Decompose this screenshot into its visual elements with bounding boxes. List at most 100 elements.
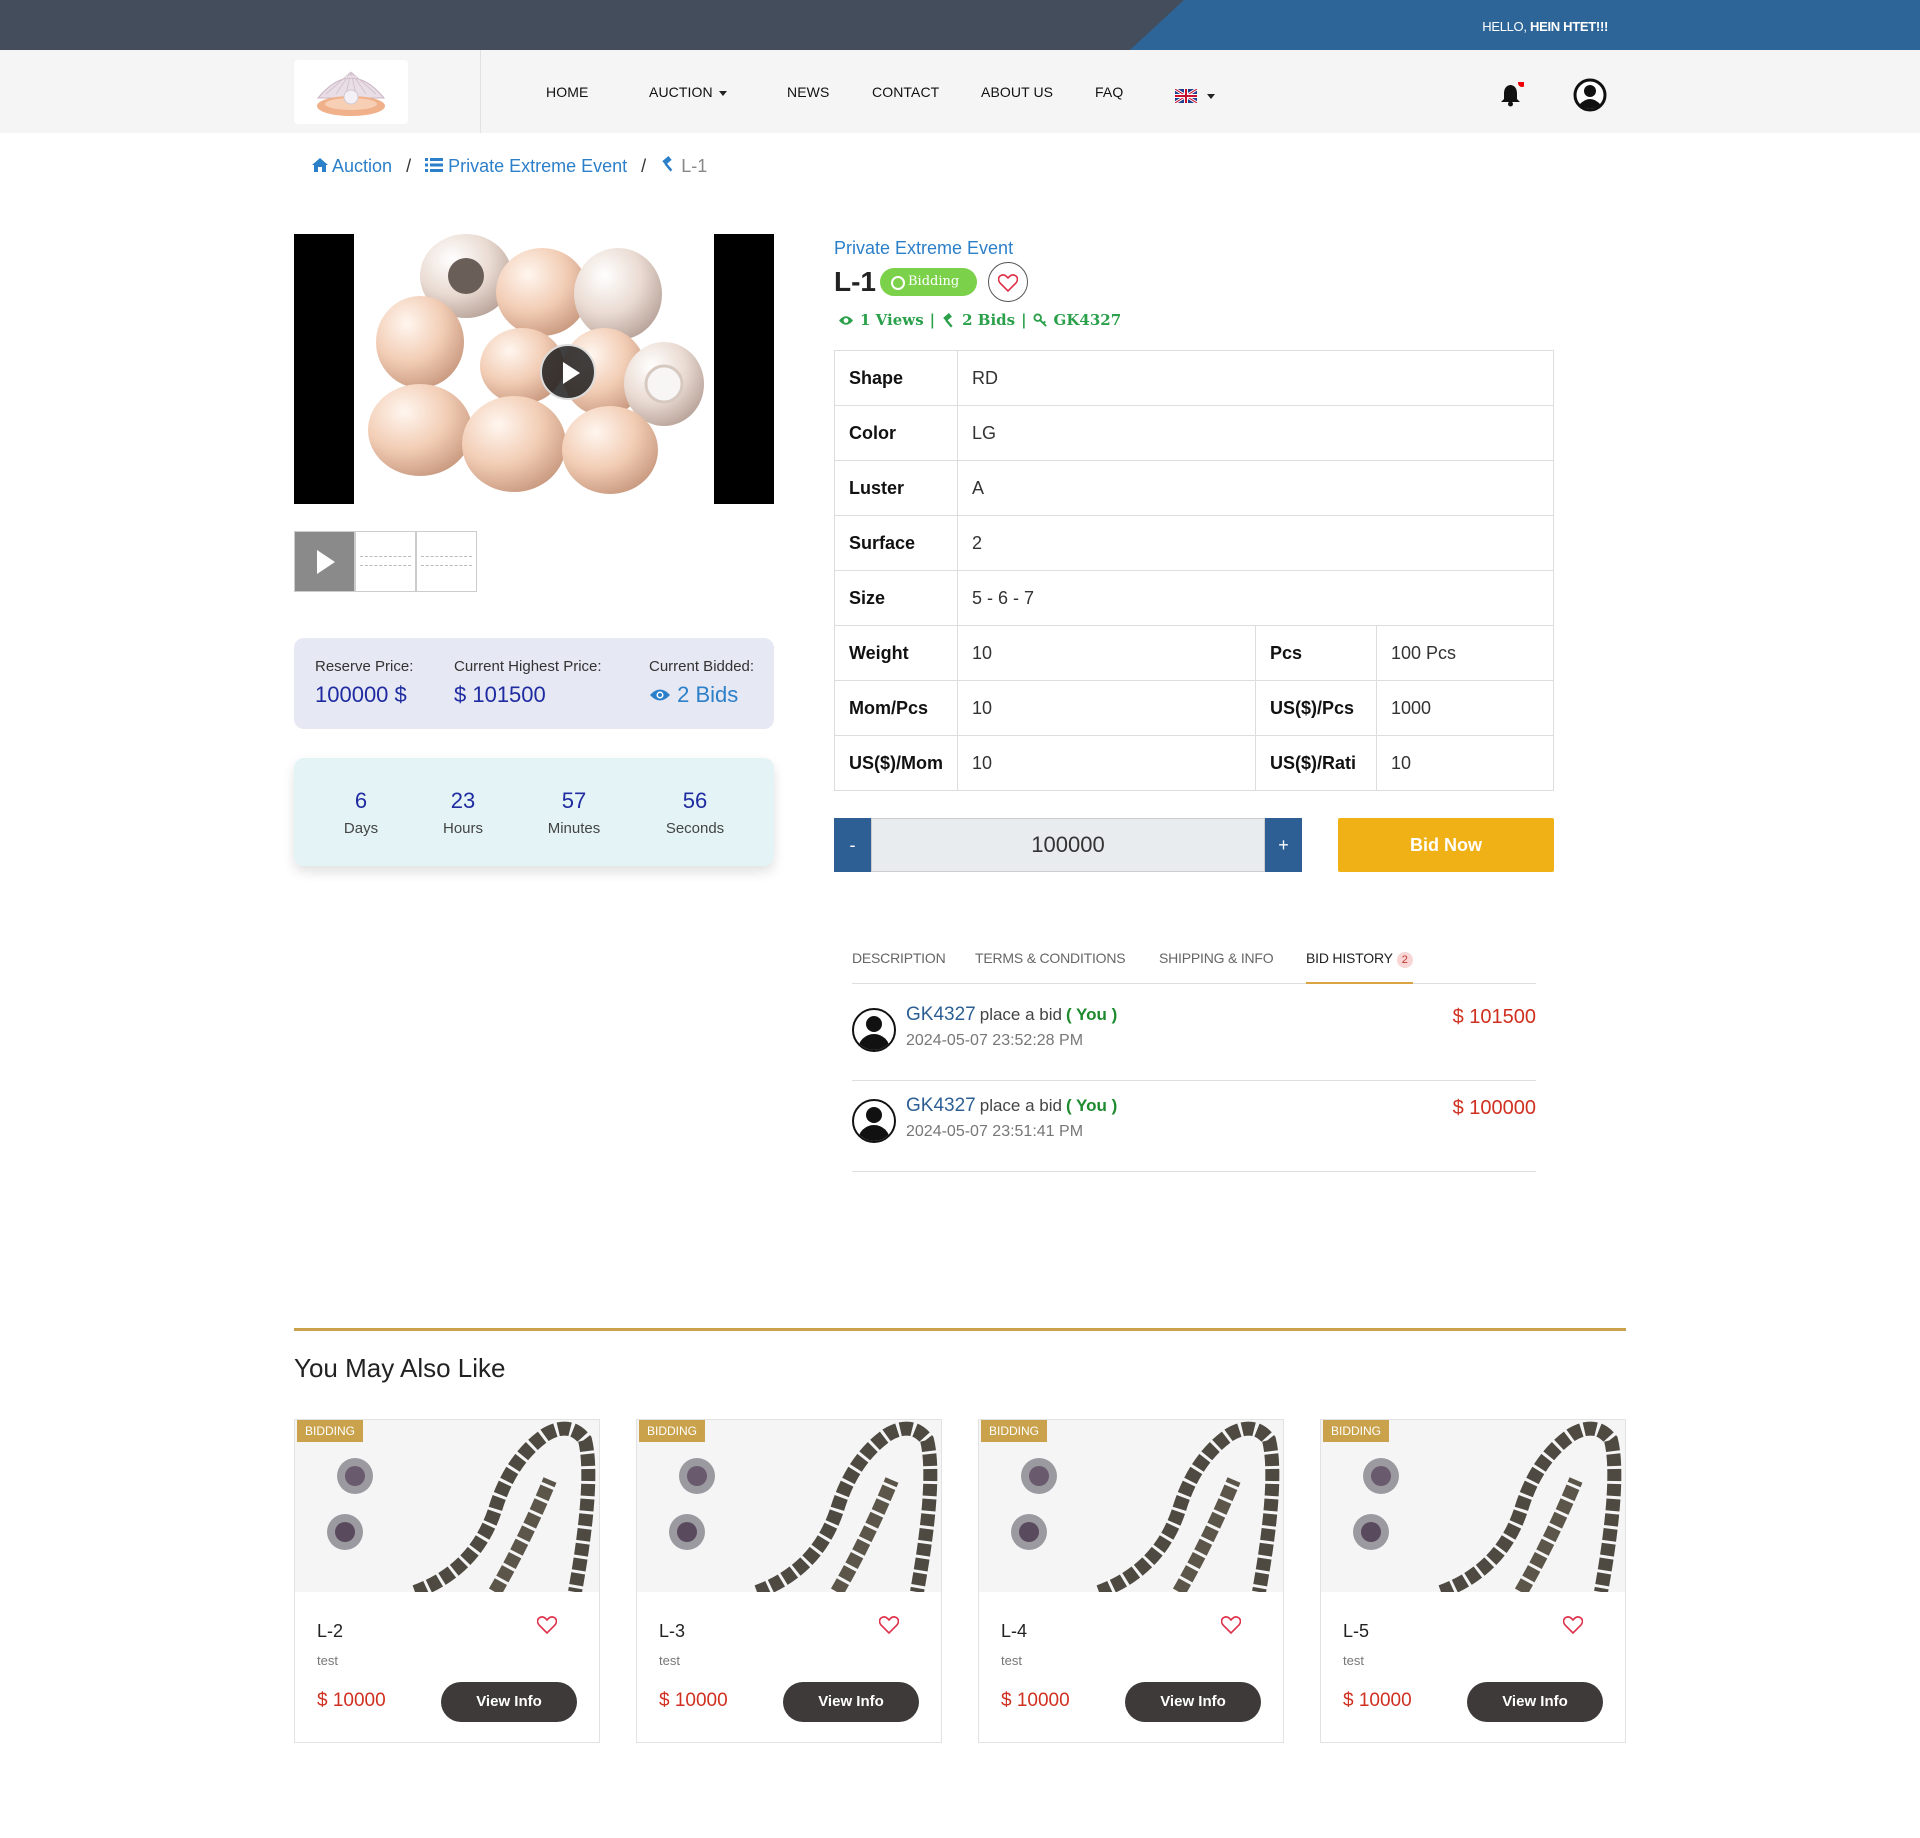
countdown-seconds: 56 Seconds — [655, 788, 735, 837]
related-lot-card[interactable]: BIDDING L-5 test $ 10000 View Info — [1320, 1419, 1626, 1743]
view-info-button[interactable]: View Info — [441, 1682, 577, 1722]
related-lot-card[interactable]: BIDDING L-3 test $ 10000 View Info — [636, 1419, 942, 1743]
tab-bid-history[interactable]: BID HISTORY 2 — [1306, 950, 1413, 984]
pearl-jewelry-photo — [979, 1420, 1283, 1592]
nav-news[interactable]: NEWS — [787, 84, 829, 100]
heart-icon — [998, 274, 1018, 292]
you-marker: ( You ) — [1065, 1005, 1118, 1024]
related-lot-price: $ 10000 — [1343, 1690, 1412, 1711]
tab-description[interactable]: DESCRIPTION — [852, 950, 946, 966]
spec-value: LG — [957, 405, 1554, 461]
bidder-name[interactable]: GK4327 — [906, 1004, 976, 1025]
spec-value: A — [957, 460, 1554, 516]
highest-price: Current Highest Price: $ 101500 — [454, 658, 602, 708]
current-bidded-count: 2 Bids — [677, 682, 739, 707]
site-logo[interactable] — [294, 60, 408, 124]
related-lot-card[interactable]: BIDDING L-4 test $ 10000 View Info — [978, 1419, 1284, 1743]
related-lot-price: $ 10000 — [659, 1690, 728, 1711]
nav-faq[interactable]: FAQ — [1095, 84, 1123, 100]
heart-icon — [1562, 1616, 1584, 1635]
countdown-timer: 6 Days 23 Hours 57 Minutes 56 Seconds — [294, 758, 774, 866]
event-link[interactable]: Private Extreme Event — [834, 238, 1013, 259]
breadcrumb: Auction / Private Extreme Event / L-1 — [312, 156, 707, 177]
language-selector[interactable] — [1175, 84, 1225, 108]
favorite-button[interactable] — [1562, 1616, 1584, 1639]
nav-contact[interactable]: CONTACT — [872, 84, 939, 100]
spec-label: US($)/Rati — [1255, 735, 1377, 791]
bid-history-row: GK4327 place a bid( You ) 2024-05-07 23:5… — [852, 990, 1536, 1081]
tab-terms[interactable]: TERMS & CONDITIONS — [975, 950, 1126, 966]
spec-row: Surface 2 — [834, 515, 1554, 571]
status-badge: BIDDING — [981, 1420, 1048, 1442]
countdown-minutes: 57 Minutes — [534, 788, 614, 837]
countdown-seconds-label: Seconds — [665, 820, 725, 837]
breadcrumb-separator: / — [406, 156, 412, 176]
bid-action: place a bid — [979, 1096, 1062, 1115]
breadcrumb-event[interactable]: Private Extreme Event — [425, 156, 627, 177]
bid-time: 2024-05-07 23:51:41 PM — [906, 1123, 1084, 1140]
favorite-button[interactable] — [878, 1616, 900, 1639]
reserve-price: Reserve Price: 100000 $ — [315, 658, 413, 708]
view-info-button[interactable]: View Info — [1467, 1682, 1603, 1722]
list-icon — [425, 158, 444, 172]
related-lot-price: $ 10000 — [317, 1690, 386, 1711]
nav-auction[interactable]: AUCTION — [649, 84, 727, 100]
price-summary: Reserve Price: 100000 $ Current Highest … — [294, 638, 774, 729]
bid-history-row: GK4327 place a bid( You ) 2024-05-07 23:5… — [852, 1081, 1536, 1172]
favorite-button[interactable] — [988, 262, 1028, 302]
tab-shipping[interactable]: SHIPPING & INFO — [1159, 950, 1274, 966]
breadcrumb-current: L-1 — [660, 156, 707, 177]
pearl-jewelry-photo — [637, 1420, 941, 1592]
nav-about-us[interactable]: ABOUT US — [981, 84, 1053, 100]
countdown-minutes-label: Minutes — [547, 820, 601, 837]
lot-video-player[interactable] — [294, 234, 774, 504]
thumbnail-image[interactable] — [355, 531, 416, 592]
chevron-down-icon — [718, 90, 727, 96]
spec-value: 2 — [957, 515, 1554, 571]
play-icon[interactable] — [540, 344, 596, 400]
related-lot-card[interactable]: BIDDING L-2 test $ 10000 View Info — [294, 1419, 600, 1743]
current-bidded-label: Current Bidded: — [649, 658, 755, 675]
favorite-button[interactable] — [536, 1616, 558, 1639]
thumbnail-image[interactable] — [416, 531, 477, 592]
highest-price-label: Current Highest Price: — [454, 658, 602, 675]
spec-label: Mom/Pcs — [834, 680, 958, 736]
lot-thumbnail: BIDDING — [979, 1420, 1283, 1592]
notification-button[interactable] — [1498, 79, 1526, 113]
related-lot-name: L-3 — [659, 1621, 686, 1641]
view-info-button[interactable]: View Info — [783, 1682, 919, 1722]
countdown-hours-value: 23 — [450, 788, 476, 813]
related-lot-desc: test — [1001, 1653, 1022, 1668]
spec-value: 5 - 6 - 7 — [957, 570, 1554, 626]
avatar — [852, 1099, 896, 1143]
media-thumbnails — [294, 531, 477, 592]
you-marker: ( You ) — [1065, 1096, 1118, 1115]
spec-row: Size 5 - 6 - 7 — [834, 570, 1554, 626]
breadcrumb-auction-label: Auction — [332, 156, 393, 176]
breadcrumb-auction[interactable]: Auction — [312, 156, 392, 177]
bid-amount-input[interactable]: 100000 — [871, 818, 1265, 872]
spec-label: US($)/Mom — [834, 735, 958, 791]
tab-bid-history-label: BID HISTORY — [1306, 950, 1393, 966]
nav-home[interactable]: HOME — [546, 84, 588, 100]
gavel-icon — [662, 156, 673, 172]
spec-label: US($)/Pcs — [1255, 680, 1377, 736]
status-badge: BIDDING — [297, 1420, 364, 1442]
spec-row: Mom/Pcs 10 US($)/Pcs 1000 — [834, 680, 1554, 736]
spec-row: US($)/Mom 10 US($)/Rati 10 — [834, 735, 1554, 791]
account-button[interactable] — [1573, 78, 1607, 117]
pearl-jewelry-photo — [295, 1420, 599, 1592]
spec-row: Color LG — [834, 405, 1554, 461]
increase-bid-button[interactable]: + — [1265, 818, 1302, 872]
favorite-button[interactable] — [1220, 1616, 1242, 1639]
lot-stats: 1 Views | 2 Bids | GK4327 — [838, 311, 1121, 329]
spec-label: Color — [834, 405, 958, 461]
thumbnail-video[interactable] — [294, 531, 355, 592]
bid-now-button[interactable]: Bid Now — [1338, 818, 1554, 872]
decrease-bid-button[interactable]: - — [834, 818, 871, 872]
view-info-button[interactable]: View Info — [1125, 1682, 1261, 1722]
bidder-name[interactable]: GK4327 — [906, 1095, 976, 1116]
status-badge: Bidding — [880, 268, 977, 296]
top-bar: HELLO, HEIN HTET!!! — [0, 0, 1920, 50]
main-nav: HOME AUCTION NEWS CONTACT ABOUT US FAQ — [0, 50, 1920, 133]
